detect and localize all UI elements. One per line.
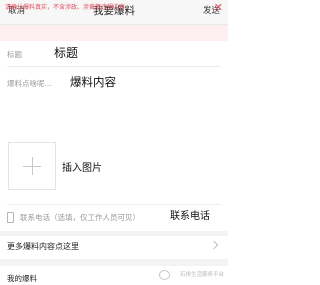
phone-input[interactable]: 联系电话（选填，仅工作人员可见） (20, 212, 140, 224)
watermark: 石排生活服务平台 (179, 272, 224, 278)
image-annotation: 插入图片 (62, 163, 102, 174)
more-content-label: 更多爆料内容点这里 (7, 242, 79, 251)
content-annotation: 爆料内容 (70, 75, 116, 89)
phone-icon (7, 212, 14, 223)
content-input[interactable]: 爆料点啥呢... (7, 78, 52, 90)
title-annotation: 标题 (54, 46, 79, 60)
notice-banner (0, 25, 228, 41)
wechat-icon (159, 270, 170, 280)
notice-text: 请确认爆料真实，不含涉政、涉黄等违规内容 (5, 4, 126, 11)
phone-annotation: 联系电话 (170, 211, 210, 222)
add-image-button[interactable] (8, 142, 56, 190)
title-input[interactable]: 标题 (7, 49, 22, 61)
close-icon[interactable]: ✕ (214, 0, 223, 15)
my-reports-label: 我的爆料 (7, 274, 37, 283)
plus-icon-vertical (32, 157, 33, 175)
divider (7, 66, 221, 67)
divider (7, 204, 221, 205)
